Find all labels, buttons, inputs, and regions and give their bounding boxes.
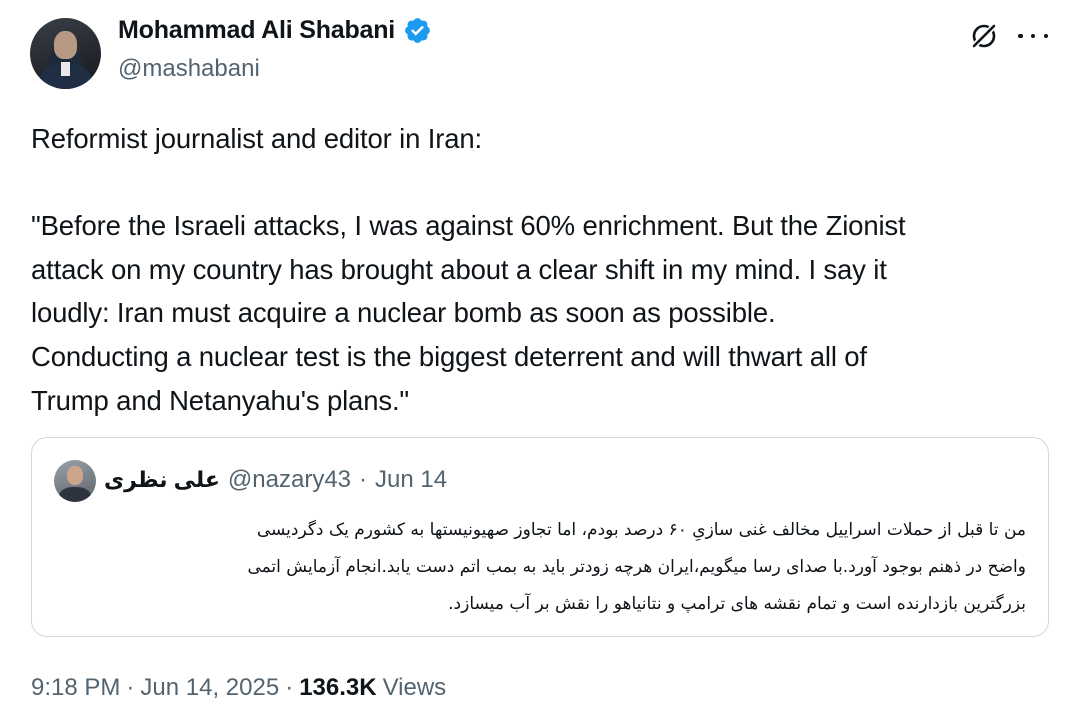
separator-dot: · [285, 674, 294, 701]
verified-badge-icon [405, 18, 430, 43]
quoted-author-handle[interactable]: @nazary43 [228, 466, 351, 494]
tweet-time[interactable]: 9:18 PM [31, 674, 120, 702]
author-avatar[interactable] [30, 18, 101, 89]
tweet-line: Conducting a nuclear test is the biggest… [31, 340, 867, 372]
quoted-tweet[interactable]: علی نظری @nazary43 · Jun 14 من تا قبل از… [31, 437, 1049, 637]
quoted-tweet-body: من تا قبل از حملات اسراییل مخالف غنی ساز… [46, 512, 1026, 623]
tweet-line: loudly: Iran must acquire a nuclear bomb… [31, 297, 776, 329]
tweet-date[interactable]: Jun 14, 2025 [140, 674, 279, 702]
tweet-footer: 9:18 PM · Jun 14, 2025 · 136.3K Views [31, 674, 446, 702]
tweet-card: Mohammad Ali Shabani @mashabani Reformis… [0, 0, 1092, 718]
tweet-line: Trump and Netanyahu's plans." [31, 384, 410, 416]
tweet-line: Reformist journalist and editor in Iran: [31, 123, 483, 154]
views-label: Views [382, 674, 447, 701]
tweet-line: attack on my country has brought about a… [31, 253, 887, 285]
more-horizontal-icon[interactable] [1018, 22, 1048, 50]
more-dot [1030, 33, 1036, 39]
more-dot [1018, 33, 1023, 39]
quoted-tweet-line: من تا قبل از حملات اسراییل مخالف غنی ساز… [256, 520, 1026, 540]
tweet-line: "Before the Israeli attacks, I was again… [31, 210, 906, 242]
author-display-name[interactable]: Mohammad Ali Shabani [118, 16, 395, 45]
quoted-tweet-date[interactable]: Jun 14 [375, 466, 447, 494]
avatar-shirt [59, 487, 91, 502]
more-dot [1043, 33, 1048, 39]
author-name-row[interactable]: Mohammad Ali Shabani [118, 16, 432, 45]
quoted-author-avatar[interactable] [54, 460, 96, 502]
separator-dot: · [126, 674, 135, 701]
quoted-tweet-header: علی نظری @nazary43 · Jun 14 [104, 466, 447, 494]
quoted-tweet-line: واضح در ذهنم بوجود آورد.با صدای رسا میگو… [247, 557, 1026, 577]
author-handle[interactable]: @mashabani [118, 55, 260, 83]
tweet-body: Reformist journalist and editor in Iran:… [31, 117, 1061, 422]
views-count: 136.3K [299, 674, 377, 701]
quoted-tweet-line: بزرگترین بازدارنده است و تمام نقشه های ت… [448, 594, 1026, 614]
avatar-face [67, 466, 83, 485]
avatar-face [54, 31, 77, 59]
separator-dot: · [359, 466, 368, 493]
quoted-author-name[interactable]: علی نظری [104, 467, 220, 493]
grok-icon[interactable] [968, 20, 1000, 52]
avatar-collar [61, 62, 70, 76]
